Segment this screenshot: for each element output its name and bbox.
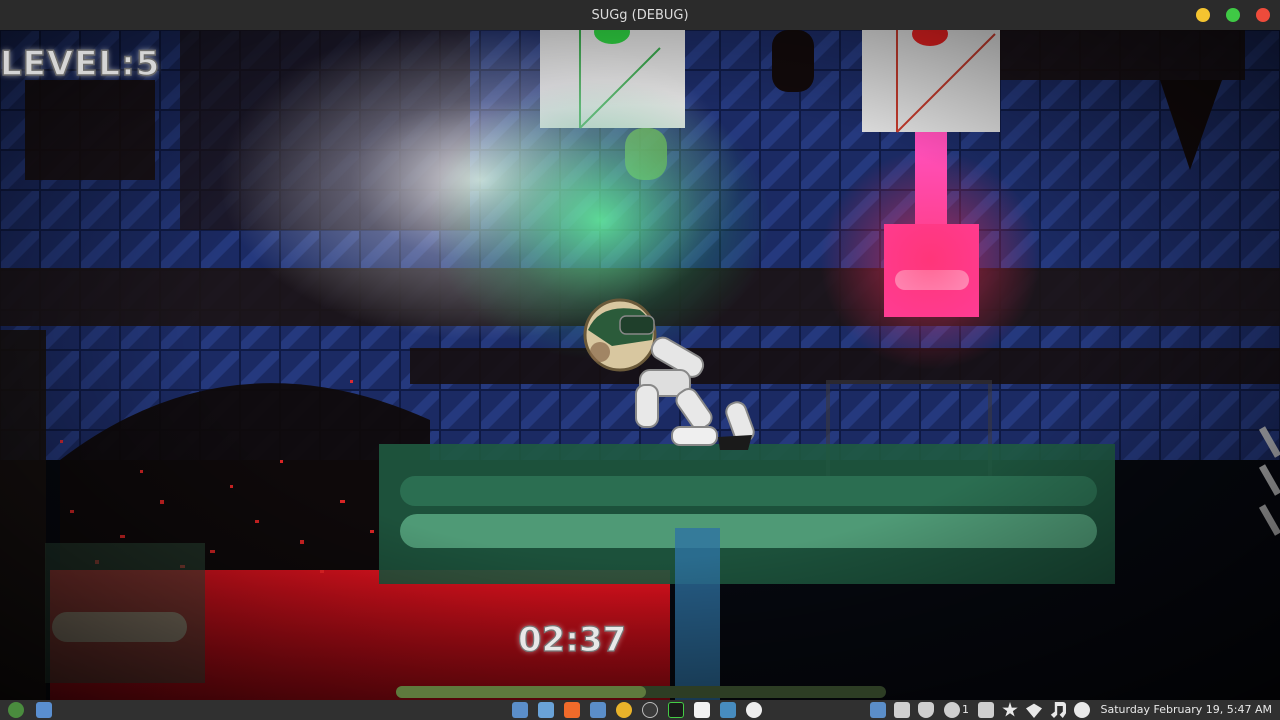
inkscape-icon[interactable] — [746, 702, 762, 718]
game-viewport[interactable]: LEVEL:5 02:37 — [0, 30, 1280, 700]
star-icon[interactable] — [1002, 702, 1018, 717]
shield-icon[interactable] — [918, 702, 934, 718]
game-scene — [0, 30, 1280, 700]
chrome-icon[interactable] — [616, 702, 632, 718]
taskbar: 1 Saturday February 19, 5:47 AM — [0, 700, 1280, 720]
terminal-icon[interactable] — [668, 702, 684, 718]
obs-icon[interactable] — [642, 702, 658, 718]
timer-display: 02:37 — [517, 619, 627, 660]
level-indicator: LEVEL:5 — [0, 43, 161, 85]
notification-icon[interactable] — [944, 702, 960, 718]
screenshot-icon-2[interactable] — [590, 702, 606, 718]
notes-icon[interactable] — [694, 702, 710, 718]
progress-fill — [396, 686, 646, 698]
taskbar-clock[interactable]: Saturday February 19, 5:47 AM — [1100, 703, 1272, 716]
window-titlebar[interactable]: SUGg (DEBUG) — [0, 0, 1280, 30]
clipboard-icon[interactable] — [894, 702, 910, 718]
close-button[interactable] — [1256, 8, 1270, 22]
maximize-button[interactable] — [1226, 8, 1240, 22]
browser-icon[interactable] — [564, 702, 580, 718]
wifi-icon[interactable] — [1026, 703, 1042, 718]
screenshot-tray-icon[interactable] — [870, 702, 886, 718]
music-icon[interactable] — [1050, 702, 1066, 718]
screenshot-icon[interactable] — [512, 702, 528, 718]
show-desktop-icon[interactable] — [36, 702, 52, 718]
notification-count: 1 — [962, 703, 969, 716]
menu-icon[interactable] — [8, 702, 24, 718]
document-icon[interactable] — [978, 702, 994, 718]
window-title: SUGg (DEBUG) — [591, 7, 689, 23]
brightness-icon[interactable] — [1074, 702, 1090, 718]
minimize-button[interactable] — [1196, 8, 1210, 22]
godot-icon[interactable] — [720, 702, 736, 718]
files-icon[interactable] — [538, 702, 554, 718]
